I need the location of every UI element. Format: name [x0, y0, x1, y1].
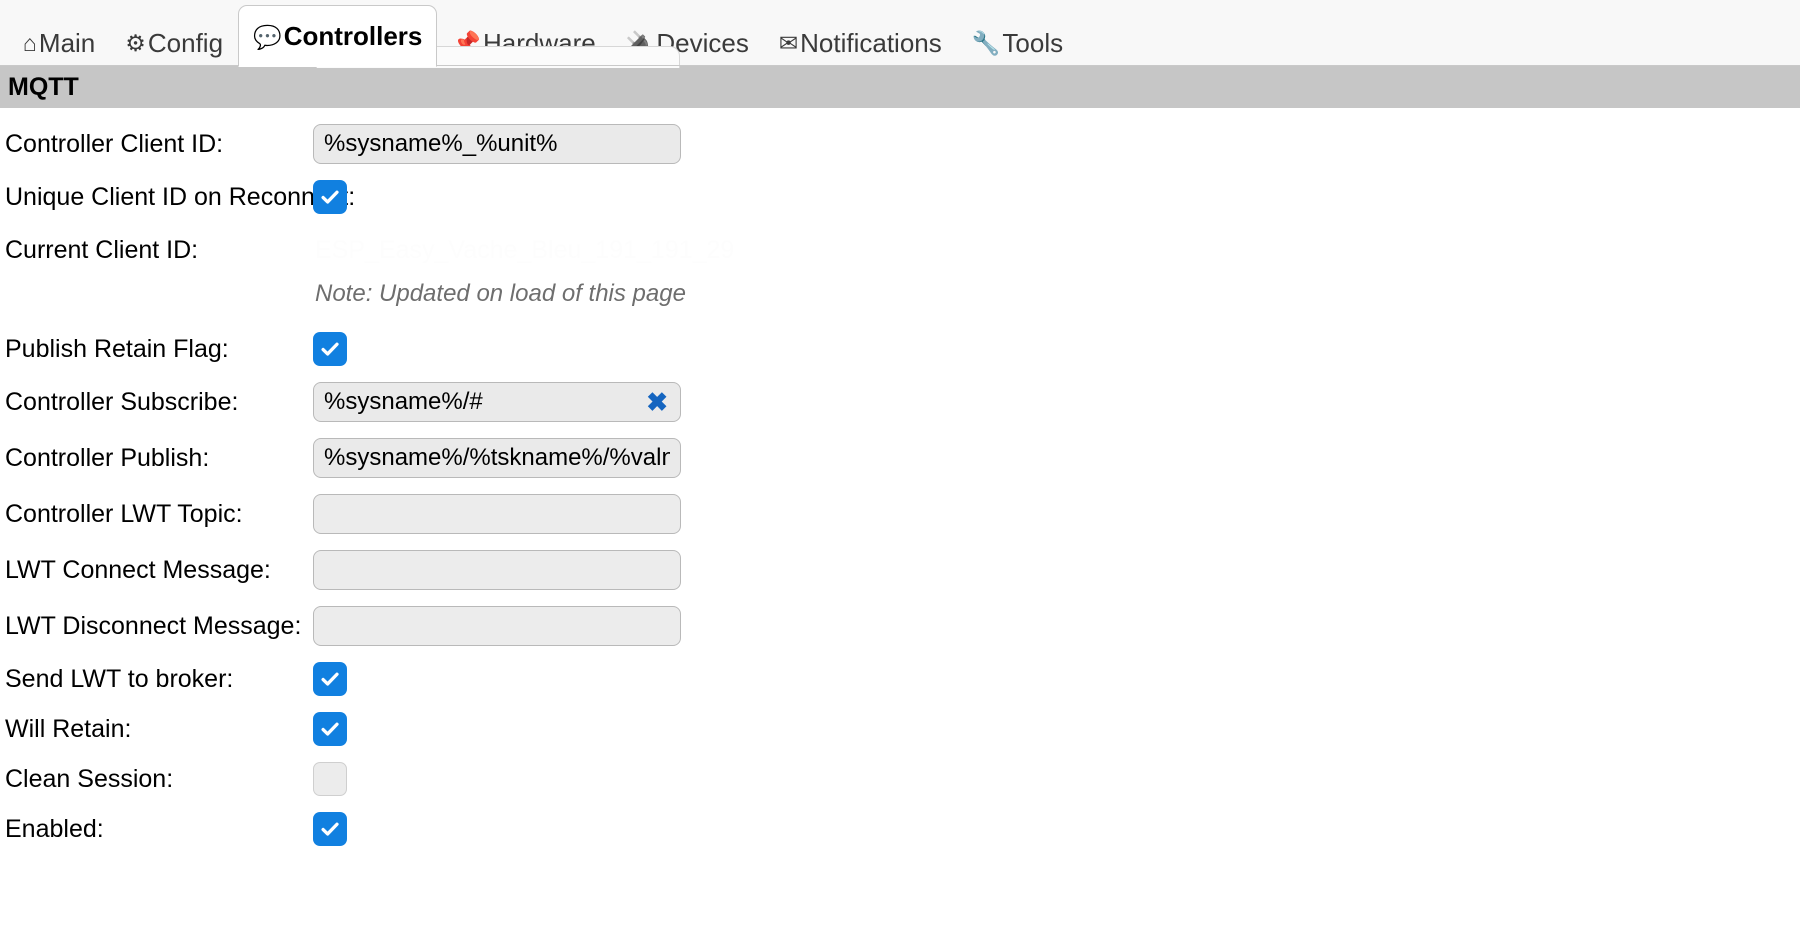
- send-lwt-to-broker-checkbox[interactable]: [313, 662, 347, 696]
- tab-main[interactable]: ⌂ Main: [8, 17, 110, 67]
- tab-list: ⌂ Main ⚙ Config 💬 Controllers 📌 Hardware 🔌 Device…: [0, 0, 1800, 67]
- section-header-mqtt: MQTT: [0, 66, 1800, 108]
- tab-config[interactable]: ⚙ Config: [110, 17, 238, 67]
- clear-icon[interactable]: ✖: [646, 389, 668, 415]
- field-send-lwt-to-broker: [313, 662, 1800, 696]
- label-controller-lwt-topic: Controller LWT Topic:: [5, 499, 243, 528]
- field-controller-subscribe: %sysname%/# ✖: [313, 382, 1800, 422]
- label-send-lwt-to-broker: Send LWT to broker:: [5, 664, 234, 693]
- form-row-controller-subscribe: Controller Subscribe: %sysname%/# ✖: [0, 374, 1800, 430]
- tab-label: Notifications: [800, 27, 942, 58]
- field-publish-retain-flag: [313, 332, 1800, 366]
- form-row-controller-publish: Controller Publish: %sysname%/%tskname%/%…: [0, 430, 1800, 486]
- form-row-publish-retain-flag: Publish Retain Flag:: [0, 324, 1800, 374]
- label-controller-subscribe: Controller Subscribe:: [5, 387, 239, 416]
- tab-label: Main: [38, 27, 96, 58]
- label-clean-session: Clean Session:: [5, 764, 174, 793]
- field-clean-session: [313, 762, 1800, 796]
- gear-icon: ⚙: [125, 30, 146, 56]
- label-controller-publish: Controller Publish:: [5, 443, 210, 472]
- label-will-retain: Will Retain:: [5, 714, 132, 743]
- controller-subscribe-value: %sysname%/#: [324, 388, 483, 415]
- label-enabled: Enabled:: [5, 814, 104, 843]
- home-icon: ⌂: [23, 30, 37, 56]
- form-row-lwt-connect-message: LWT Connect Message:: [0, 542, 1800, 598]
- form-row-controller-lwt-topic: Controller LWT Topic:: [0, 486, 1800, 542]
- wrench-icon: 🔧: [971, 30, 1001, 56]
- unique-client-id-on-reconnect-checkbox[interactable]: [313, 180, 347, 214]
- form-row-unique-client-id-on-reconnect: Unique Client ID on Reconnect:: [0, 172, 1800, 222]
- controller-subscribe-input[interactable]: %sysname%/# ✖: [313, 382, 681, 422]
- label-controller-client-id: Controller Client ID:: [5, 129, 224, 158]
- publish-retain-flag-checkbox[interactable]: [313, 332, 347, 366]
- form-row-lwt-disconnect-message: LWT Disconnect Message:: [0, 598, 1800, 654]
- field-lwt-connect-message: [313, 550, 1800, 590]
- field-controller-client-id: %sysname%_%unit%: [313, 124, 1800, 164]
- field-current-client-id: ESP_Easy_Vache_Bleu_191_191_29: [313, 236, 1800, 265]
- speech-balloon-icon: 💬: [253, 23, 282, 50]
- tab-label: Controllers: [283, 21, 423, 51]
- field-controller-publish: %sysname%/%tskname%/%valname%: [313, 438, 1800, 478]
- form-row-enabled: Enabled:: [0, 804, 1800, 854]
- clean-session-checkbox[interactable]: [313, 762, 347, 796]
- field-enabled: [313, 812, 1800, 846]
- current-client-id-note-text: Note: Updated on load of this page: [315, 280, 686, 307]
- field-controller-lwt-topic: [313, 494, 1800, 534]
- form-row-clean-session: Clean Session:: [0, 754, 1800, 804]
- form-row-controller-client-id: Controller Client ID: %sysname%_%unit%: [0, 116, 1800, 172]
- label-lwt-connect-message: LWT Connect Message:: [5, 555, 271, 584]
- controller-publish-input[interactable]: %sysname%/%tskname%/%valname%: [313, 438, 681, 478]
- controller-lwt-topic-input[interactable]: [313, 494, 681, 534]
- field-lwt-disconnect-message: [313, 606, 1800, 646]
- label-current-client-id: Current Client ID:: [5, 235, 199, 264]
- form-row-will-retain: Will Retain:: [0, 704, 1800, 754]
- will-retain-checkbox[interactable]: [313, 712, 347, 746]
- controller-publish-value: %sysname%/%tskname%/%valname%: [324, 444, 670, 471]
- field-will-retain: [313, 712, 1800, 746]
- label-unique-client-id-on-reconnect: Unique Client ID on Reconnect:: [5, 182, 356, 211]
- enabled-checkbox[interactable]: [313, 812, 347, 846]
- section-title: MQTT: [8, 72, 79, 101]
- label-lwt-disconnect-message: LWT Disconnect Message:: [5, 611, 302, 640]
- current-client-id-value: ESP_Easy_Vache_Bleu_191_191_29: [315, 235, 735, 264]
- form-row-send-lwt-to-broker: Send LWT to broker:: [0, 654, 1800, 704]
- form-row-current-client-id: Current Client ID: ESP_Easy_Vache_Bleu_19…: [0, 222, 1800, 278]
- label-publish-retain-flag: Publish Retain Flag:: [5, 334, 229, 363]
- envelope-icon: ✉: [778, 30, 799, 56]
- controller-client-id-input[interactable]: %sysname%_%unit%: [313, 124, 681, 164]
- tab-label: Tools: [1002, 27, 1064, 58]
- form-row-current-client-id-note: Note: Updated on load of this page: [0, 278, 1800, 324]
- tab-controllers[interactable]: 💬 Controllers: [238, 5, 438, 67]
- field-unique-client-id-on-reconnect: [313, 180, 1800, 214]
- tab-tools[interactable]: 🔧 Tools: [957, 17, 1078, 67]
- controller-client-id-value: %sysname%_%unit%: [324, 130, 558, 157]
- tab-label: Config: [147, 27, 224, 58]
- lwt-disconnect-message-input[interactable]: [313, 606, 681, 646]
- lwt-connect-message-input[interactable]: [313, 550, 681, 590]
- field-current-client-id-note: Note: Updated on load of this page: [313, 278, 1800, 308]
- tab-notifications[interactable]: ✉ Notifications: [764, 17, 957, 67]
- mqtt-settings-form: Controller Client ID: %sysname%_%unit% Uni…: [0, 108, 1800, 854]
- main-tab-bar: ⌂ Main ⚙ Config 💬 Controllers 📌 Hardware 🔌 Device…: [0, 0, 1800, 68]
